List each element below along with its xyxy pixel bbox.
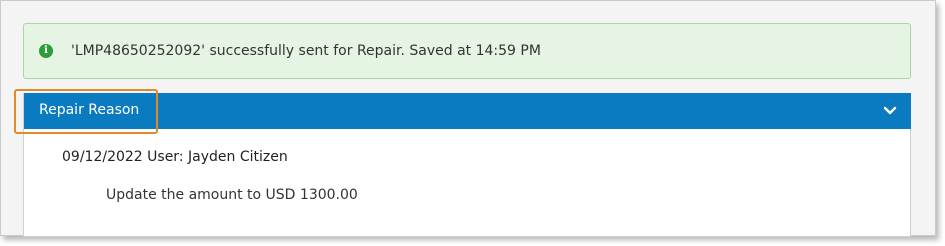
- panel-header[interactable]: Repair Reason: [24, 93, 911, 129]
- panel-title: Repair Reason: [39, 102, 140, 118]
- content-frame: i 'LMP48650252092' successfully sent for…: [0, 0, 936, 237]
- alert-message: 'LMP48650252092' successfully sent for R…: [71, 43, 541, 59]
- repair-entry-reason: Update the amount to USD 1300.00: [106, 187, 358, 203]
- chevron-down-icon[interactable]: [883, 104, 897, 118]
- info-circle-icon: i: [39, 44, 53, 58]
- repair-entry-header: 09/12/2022 User: Jayden Citizen: [62, 149, 288, 165]
- success-alert: i 'LMP48650252092' successfully sent for…: [23, 23, 911, 79]
- entry-date: 09/12/2022: [62, 149, 143, 165]
- repair-reason-panel: Repair Reason 09/12/2022 User: Jayden Ci…: [23, 93, 911, 237]
- entry-user-label: User:: [147, 149, 184, 165]
- entry-user-name: Jayden Citizen: [188, 149, 288, 165]
